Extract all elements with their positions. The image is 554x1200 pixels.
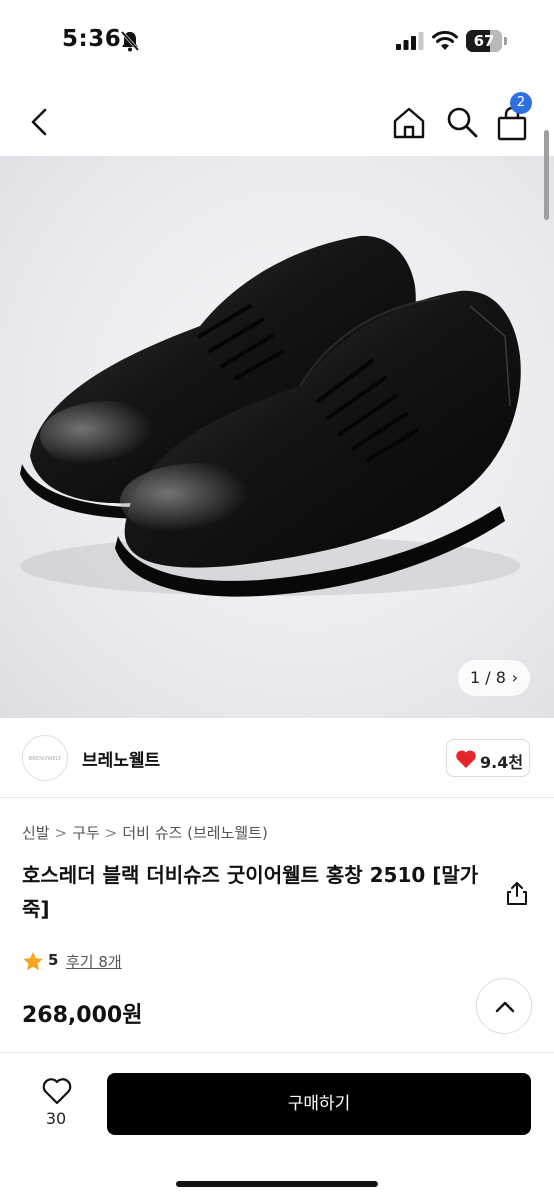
seller-like-count: 9.4천 [480, 753, 524, 772]
battery-indicator: 67 [466, 30, 508, 52]
wishlist-count: 30 [45, 1109, 67, 1128]
battery-cap [504, 37, 507, 45]
seller-logo[interactable]: BRENOWELT [22, 735, 68, 781]
cart-count-badge: 2 [510, 92, 532, 114]
cart-button[interactable]: 2 [494, 92, 534, 142]
image-counter-text: 1 / 8 [470, 668, 506, 687]
breadcrumb-item[interactable]: 신발 [22, 824, 50, 842]
home-icon[interactable] [390, 104, 428, 142]
chevron-left-icon[interactable] [22, 104, 58, 140]
breadcrumb-item[interactable]: 더비 슈즈 (브레노웰트) [122, 824, 267, 842]
breadcrumb-separator: > [54, 824, 68, 842]
shoe-photo [20, 235, 521, 597]
breadcrumb-item[interactable]: 구두 [72, 824, 100, 842]
product-image[interactable] [0, 156, 554, 718]
seller-like-button[interactable]: 9.4천 [446, 739, 530, 777]
product-price: 268,000원 [22, 1003, 143, 1028]
search-icon[interactable] [444, 104, 480, 140]
top-nav: 2 [0, 92, 554, 152]
status-bar: 5:36 67 [0, 0, 554, 84]
image-counter[interactable]: 1 / 8 › [458, 660, 530, 696]
rating-score: 5 [48, 951, 59, 969]
chevron-right-icon: › [511, 668, 518, 687]
review-count-link[interactable]: 후기 8개 [66, 951, 122, 972]
heart-outline-icon [42, 1078, 72, 1105]
share-icon[interactable] [505, 880, 529, 906]
home-indicator [176, 1181, 378, 1187]
buy-button[interactable]: 구매하기 [107, 1073, 531, 1135]
cellular-signal-icon [396, 32, 424, 50]
heart-filled-icon [456, 750, 476, 768]
breadcrumb-separator: > [104, 824, 118, 842]
chevron-up-icon [495, 1001, 515, 1013]
wifi-icon [432, 30, 458, 50]
seller-row[interactable]: BRENOWELT 브레노웰트 9.4천 [0, 718, 554, 798]
page-scrollbar[interactable] [544, 130, 549, 220]
status-time: 5:36 [62, 26, 122, 52]
seller-name[interactable]: 브레노웰트 [82, 746, 160, 771]
scroll-to-top-button[interactable] [476, 978, 532, 1034]
battery-level: 67 [473, 32, 495, 50]
star-icon [23, 952, 43, 971]
seller-logo-text: BRENOWELT [28, 756, 62, 762]
product-title: 호스레더 블랙 더비슈즈 굿이어웰트 홍창 2510 [말가죽] [22, 863, 479, 921]
breadcrumb: 신발 > 구두 > 더비 슈즈 (브레노웰트) [22, 822, 268, 843]
wishlist-button[interactable]: 30 [30, 1075, 82, 1135]
bell-off-icon [120, 31, 140, 52]
bottom-action-bar: 30 구매하기 [0, 1052, 554, 1200]
